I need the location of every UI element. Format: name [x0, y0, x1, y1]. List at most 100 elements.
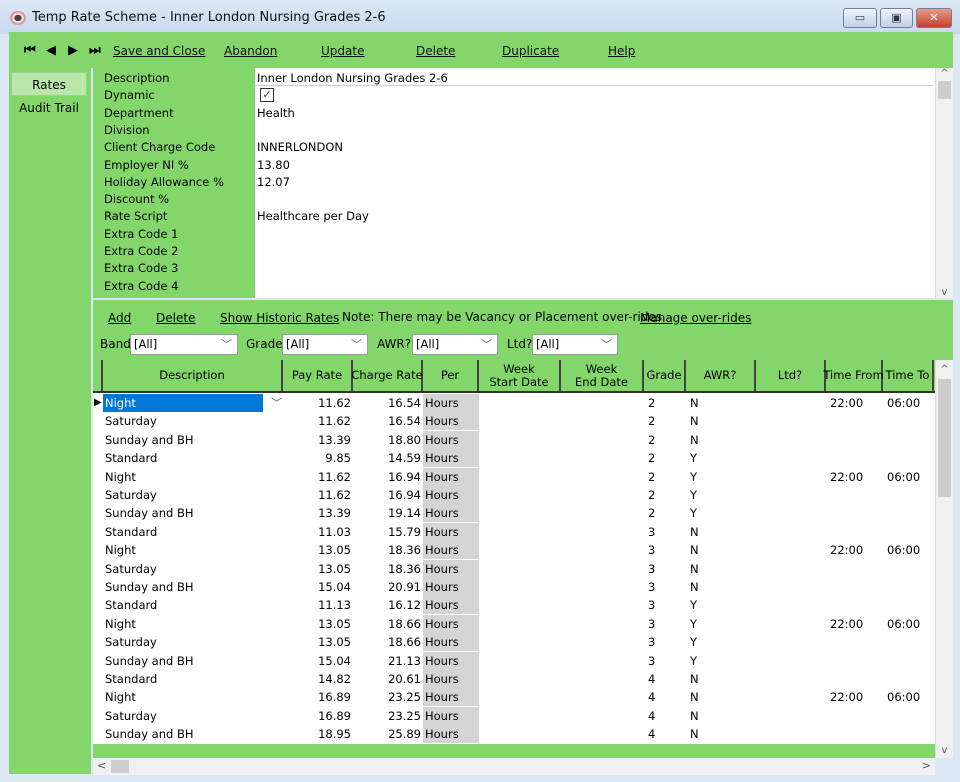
cell-pay-rate[interactable]: 13.05 — [283, 541, 353, 559]
cell-time-from[interactable] — [826, 560, 883, 578]
cell-pay-rate[interactable]: 15.04 — [283, 652, 353, 670]
cell-grade[interactable]: 3 — [644, 541, 686, 559]
cell-charge-rate[interactable]: 16.94 — [353, 468, 423, 486]
cell-time-from[interactable] — [826, 670, 883, 688]
cell-grade[interactable]: 3 — [644, 560, 686, 578]
cell-description[interactable]: Saturday — [103, 486, 283, 504]
cell-week-start-date[interactable] — [479, 394, 561, 412]
cell-per[interactable]: Hours — [423, 467, 479, 486]
cell-time-to[interactable]: 06:00 — [883, 541, 934, 559]
cell-week-end-date[interactable] — [561, 652, 644, 670]
cell-week-end-date[interactable] — [561, 688, 644, 706]
cell-per[interactable]: Hours — [423, 633, 479, 652]
previous-record-icon[interactable]: ◀ — [46, 43, 56, 58]
cell-per[interactable]: Hours — [423, 614, 479, 633]
cell-description[interactable]: Sunday and BH — [103, 578, 283, 596]
cell-week-end-date[interactable] — [561, 394, 644, 412]
cell-ltd[interactable] — [756, 486, 826, 504]
cell-week-end-date[interactable] — [561, 633, 644, 651]
cell-week-end-date[interactable] — [561, 707, 644, 725]
cell-description[interactable]: Night — [103, 394, 263, 412]
chevron-down-icon[interactable]: ﹀ — [271, 394, 283, 412]
cell-week-start-date[interactable] — [479, 468, 561, 486]
cell-pay-rate[interactable]: 11.62 — [283, 394, 353, 412]
table-row[interactable]: Standard 9.85 14.59 Hours 2 Y — [93, 449, 935, 468]
cell-ltd[interactable] — [756, 523, 826, 541]
column-header-ltd[interactable]: Ltd? — [756, 360, 826, 391]
awr-select[interactable]: [All] ﹀ — [412, 334, 498, 355]
cell-ltd[interactable] — [756, 615, 826, 633]
cell-grade[interactable]: 2 — [644, 394, 686, 412]
cell-grade[interactable]: 3 — [644, 652, 686, 670]
cell-per[interactable]: Hours — [423, 670, 479, 688]
table-row[interactable]: Sunday and BH 18.95 25.89 Hours 4 N — [93, 725, 935, 744]
cell-awr[interactable]: N — [686, 560, 756, 578]
help-button[interactable]: Help — [608, 44, 635, 58]
cell-description[interactable]: Sunday and BH — [103, 504, 283, 522]
cell-awr[interactable]: Y — [686, 468, 756, 486]
cell-awr[interactable]: Y — [686, 596, 756, 614]
cell-ltd[interactable] — [756, 412, 826, 430]
cell-charge-rate[interactable]: 19.14 — [353, 504, 423, 522]
cell-per[interactable]: Hours — [423, 706, 479, 725]
column-header-time-to[interactable]: Time To — [883, 360, 934, 391]
cell-pay-rate[interactable]: 14.82 — [283, 670, 353, 688]
cell-week-end-date[interactable] — [561, 725, 644, 743]
table-row[interactable]: Saturday 13.05 18.36 Hours 3 N — [93, 559, 935, 578]
cell-week-end-date[interactable] — [561, 578, 644, 596]
table-row[interactable]: Standard 11.03 15.79 Hours 3 N — [93, 522, 935, 541]
cell-week-end-date[interactable] — [561, 596, 644, 614]
save-and-close-button[interactable]: Save and Close — [113, 44, 205, 58]
cell-charge-rate[interactable]: 23.25 — [353, 688, 423, 706]
cell-week-end-date[interactable] — [561, 541, 644, 559]
cell-time-to[interactable] — [883, 707, 934, 725]
cell-time-from[interactable] — [826, 596, 883, 614]
cell-ltd[interactable] — [756, 449, 826, 467]
cell-time-to[interactable]: 06:00 — [883, 394, 934, 412]
cell-charge-rate[interactable]: 18.36 — [353, 541, 423, 559]
table-row[interactable]: Saturday 13.05 18.66 Hours 3 Y — [93, 633, 935, 652]
cell-per[interactable]: Hours — [423, 596, 479, 615]
cell-description[interactable]: Sunday and BH — [103, 652, 283, 670]
cell-grade[interactable]: 4 — [644, 670, 686, 688]
cell-awr[interactable]: N — [686, 578, 756, 596]
grid-scrollbar[interactable]: ^ v — [935, 360, 953, 758]
table-row[interactable]: ▶ Night 11.62 16.54 Hours 2 N 22:00 06:00 ﹀ — [93, 394, 935, 412]
cell-week-end-date[interactable] — [561, 468, 644, 486]
close-button[interactable]: ✕ — [916, 8, 952, 28]
cell-time-to[interactable] — [883, 596, 934, 614]
column-header-grade[interactable]: Grade — [644, 360, 686, 391]
column-header-time-from[interactable]: Time From — [823, 360, 884, 391]
cell-per[interactable]: Hours — [423, 449, 479, 468]
cell-time-from[interactable] — [826, 486, 883, 504]
cell-charge-rate[interactable]: 23.25 — [353, 707, 423, 725]
field-value[interactable]: 12.07 — [257, 175, 290, 189]
cell-pay-rate[interactable]: 13.05 — [283, 633, 353, 651]
table-row[interactable]: Sunday and BH 15.04 20.91 Hours 3 N — [93, 578, 935, 596]
cell-grade[interactable]: 2 — [644, 486, 686, 504]
cell-awr[interactable]: N — [686, 412, 756, 430]
abandon-button[interactable]: Abandon — [224, 44, 277, 58]
column-header-week-end-date[interactable]: Week End Date — [561, 360, 644, 391]
cell-grade[interactable]: 2 — [644, 504, 686, 522]
manage-overrides-button[interactable]: Manage over-rides — [640, 311, 751, 325]
cell-time-to[interactable]: 06:00 — [883, 688, 934, 706]
cell-description[interactable]: Standard — [103, 523, 283, 541]
cell-week-start-date[interactable] — [479, 560, 561, 578]
cell-per[interactable]: Hours — [423, 651, 479, 670]
cell-ltd[interactable] — [756, 468, 826, 486]
cell-week-start-date[interactable] — [479, 504, 561, 522]
table-row[interactable]: Saturday 11.62 16.54 Hours 2 N — [93, 412, 935, 431]
cell-time-to[interactable] — [883, 725, 934, 743]
cell-ltd[interactable] — [756, 688, 826, 706]
cell-week-end-date[interactable] — [561, 615, 644, 633]
cell-week-end-date[interactable] — [561, 504, 644, 522]
form-scrollbar[interactable]: ^ v — [935, 68, 953, 298]
cell-awr[interactable]: Y — [686, 633, 756, 651]
table-row[interactable]: Sunday and BH 13.39 18.80 Hours 2 N — [93, 430, 935, 449]
next-record-icon[interactable]: ▶ — [68, 43, 78, 58]
cell-per[interactable]: Hours — [423, 541, 479, 560]
column-header-per[interactable]: Per — [423, 360, 479, 391]
cell-per[interactable]: Hours — [423, 522, 479, 541]
cell-pay-rate[interactable]: 11.62 — [283, 486, 353, 504]
